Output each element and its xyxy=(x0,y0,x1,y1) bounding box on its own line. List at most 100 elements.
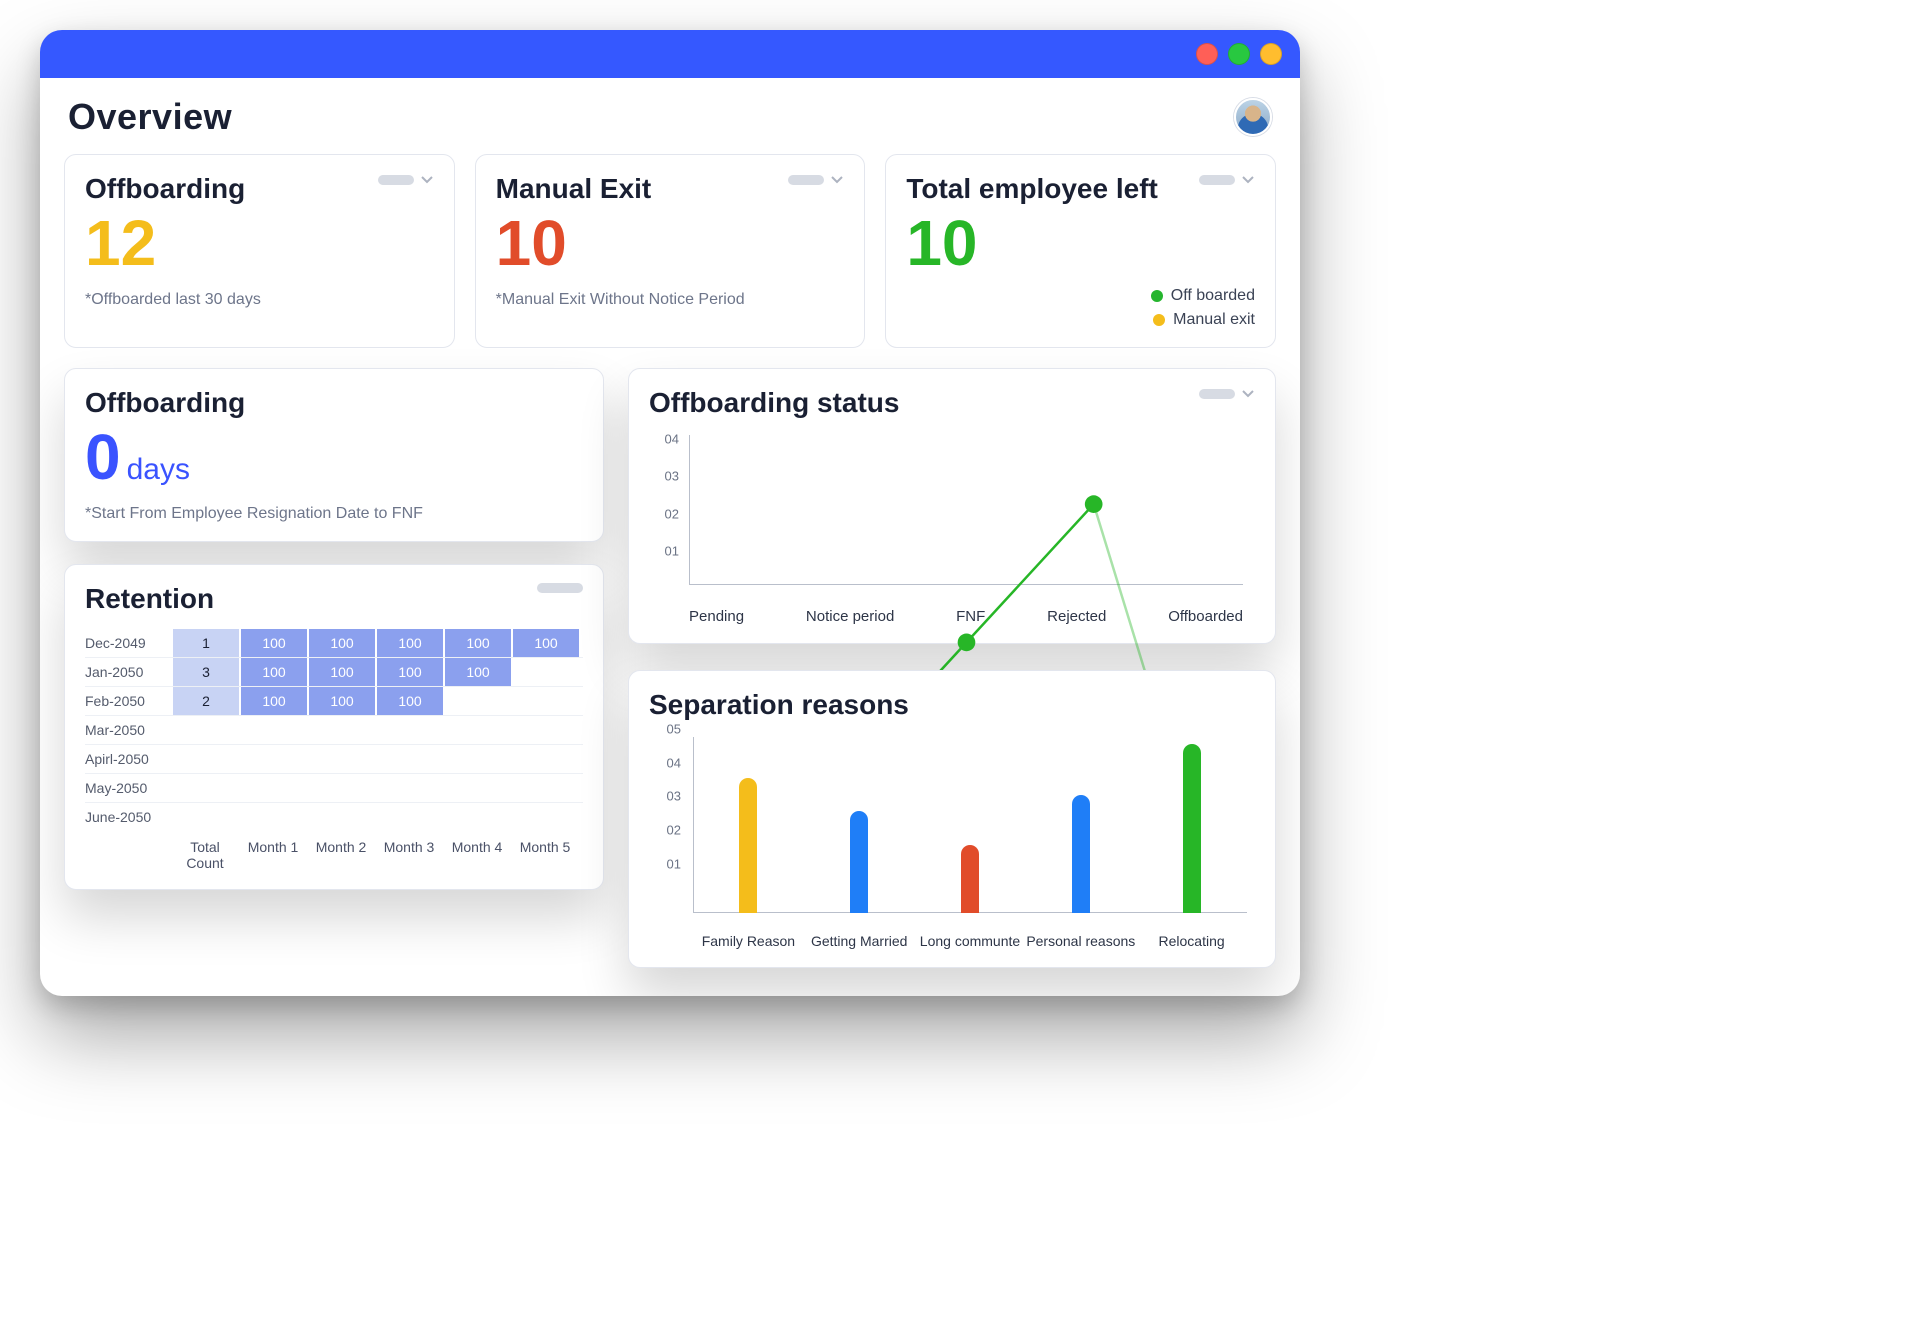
table-cell xyxy=(239,716,307,744)
legend-item: Manual exit xyxy=(1153,311,1255,329)
table-cell: 2 xyxy=(171,687,239,715)
table-cell xyxy=(511,803,579,831)
legend-label: Off boarded xyxy=(1171,287,1255,305)
table-cell: 1 xyxy=(171,629,239,657)
x-tick: Getting Married xyxy=(804,933,915,949)
row-label: Dec-2049 xyxy=(85,629,171,657)
x-tick: FNF xyxy=(956,608,985,625)
table-cell: 3 xyxy=(171,658,239,686)
table-cell xyxy=(307,716,375,744)
legend-dot-icon xyxy=(1151,290,1163,302)
x-tick: Relocating xyxy=(1136,933,1247,949)
y-tick: 01 xyxy=(665,544,679,559)
window-titlebar xyxy=(40,30,1300,78)
x-tick: Pending xyxy=(689,608,744,625)
avatar[interactable] xyxy=(1234,98,1272,136)
window-max-dot[interactable] xyxy=(1260,43,1282,65)
table-row: Apirl-2050 xyxy=(85,744,583,773)
table-cell xyxy=(171,716,239,744)
table-cell xyxy=(171,745,239,773)
table-cell xyxy=(307,803,375,831)
table-cell xyxy=(511,658,579,686)
window-close-dot[interactable] xyxy=(1196,43,1218,65)
table-cell xyxy=(239,803,307,831)
card-offboarding-status: Offboarding status 01020304 xyxy=(628,368,1276,644)
y-tick: 04 xyxy=(665,431,679,446)
line-chart: 01020304 PendingNotice periodFNFRejected… xyxy=(649,425,1255,625)
card-retention: Retention Dec-20491100100100100100Jan-20… xyxy=(64,564,604,890)
window-min-dot[interactable] xyxy=(1228,43,1250,65)
card-filter-dropdown[interactable] xyxy=(788,173,844,187)
stat-caption: *Manual Exit Without Notice Period xyxy=(496,291,845,309)
card-filter-dropdown[interactable] xyxy=(1199,387,1255,401)
x-tick: Notice period xyxy=(806,608,894,625)
chevron-down-icon xyxy=(420,173,434,187)
stat-value: 10 xyxy=(496,211,845,275)
table-cell xyxy=(443,745,511,773)
x-tick: Long communte xyxy=(915,933,1026,949)
table-cell xyxy=(239,745,307,773)
card-separation-reasons: Separation reasons 0102030405 Family Rea… xyxy=(628,670,1276,968)
table-cell xyxy=(443,716,511,744)
table-cell: 100 xyxy=(375,687,443,715)
app-window: Overview Offboarding 12 *Offboarded last… xyxy=(40,30,1300,996)
table-cell xyxy=(375,745,443,773)
table-cell xyxy=(443,803,511,831)
stat-caption: *Start From Employee Resignation Date to… xyxy=(85,505,583,523)
table-cell xyxy=(171,803,239,831)
table-row: Feb-20502100100100 xyxy=(85,686,583,715)
card-title: Offboarding xyxy=(85,387,583,419)
table-cell xyxy=(443,774,511,802)
card-filter-handle[interactable] xyxy=(537,583,583,593)
card-title: Offboarding status xyxy=(649,387,899,419)
table-cell: 100 xyxy=(375,658,443,686)
retention-column-headers: Total CountMonth 1Month 2Month 3Month 4M… xyxy=(85,831,583,871)
table-cell xyxy=(171,774,239,802)
table-cell: 100 xyxy=(239,658,307,686)
column-header: Month 2 xyxy=(307,839,375,871)
card-title: Total employee left xyxy=(906,173,1158,205)
row-label: Feb-2050 xyxy=(85,687,171,715)
card-offboarding-days: Offboarding 0 days *Start From Employee … xyxy=(64,368,604,542)
table-cell: 100 xyxy=(307,687,375,715)
column-header: Total Count xyxy=(171,839,239,871)
table-cell: 100 xyxy=(239,629,307,657)
table-cell xyxy=(511,774,579,802)
table-cell xyxy=(239,774,307,802)
card-title: Offboarding xyxy=(85,173,245,205)
row-label: Mar-2050 xyxy=(85,716,171,744)
bar xyxy=(850,811,868,913)
table-cell xyxy=(307,774,375,802)
y-tick: 05 xyxy=(667,721,681,736)
y-tick: 01 xyxy=(667,857,681,872)
stat-caption: *Offboarded last 30 days xyxy=(85,291,434,309)
row-label: Apirl-2050 xyxy=(85,745,171,773)
x-tick: Personal reasons xyxy=(1025,933,1136,949)
chevron-down-icon xyxy=(1241,173,1255,187)
legend-label: Manual exit xyxy=(1173,311,1255,329)
stat-value: 0 xyxy=(85,425,121,489)
table-cell xyxy=(511,745,579,773)
table-cell xyxy=(443,687,511,715)
y-tick: 02 xyxy=(667,823,681,838)
chevron-down-icon xyxy=(830,173,844,187)
stat-value: 12 xyxy=(85,211,434,275)
y-tick: 02 xyxy=(665,506,679,521)
bar xyxy=(961,845,979,913)
card-filter-dropdown[interactable] xyxy=(1199,173,1255,187)
bar xyxy=(1072,795,1090,913)
stat-unit: days xyxy=(127,453,190,487)
card-total-left: Total employee left 10 Off boarded xyxy=(885,154,1276,348)
table-cell: 100 xyxy=(239,687,307,715)
y-tick: 04 xyxy=(667,755,681,770)
card-manual-exit: Manual Exit 10 *Manual Exit Without Noti… xyxy=(475,154,866,348)
table-row: Jan-20503100100100100 xyxy=(85,657,583,686)
x-tick: Rejected xyxy=(1047,608,1106,625)
table-cell xyxy=(307,745,375,773)
legend: Off boarded Manual exit xyxy=(906,287,1255,329)
chevron-down-icon xyxy=(1241,387,1255,401)
column-header: Month 4 xyxy=(443,839,511,871)
legend-item: Off boarded xyxy=(1151,287,1255,305)
row-label: June-2050 xyxy=(85,803,171,831)
card-filter-dropdown[interactable] xyxy=(378,173,434,187)
